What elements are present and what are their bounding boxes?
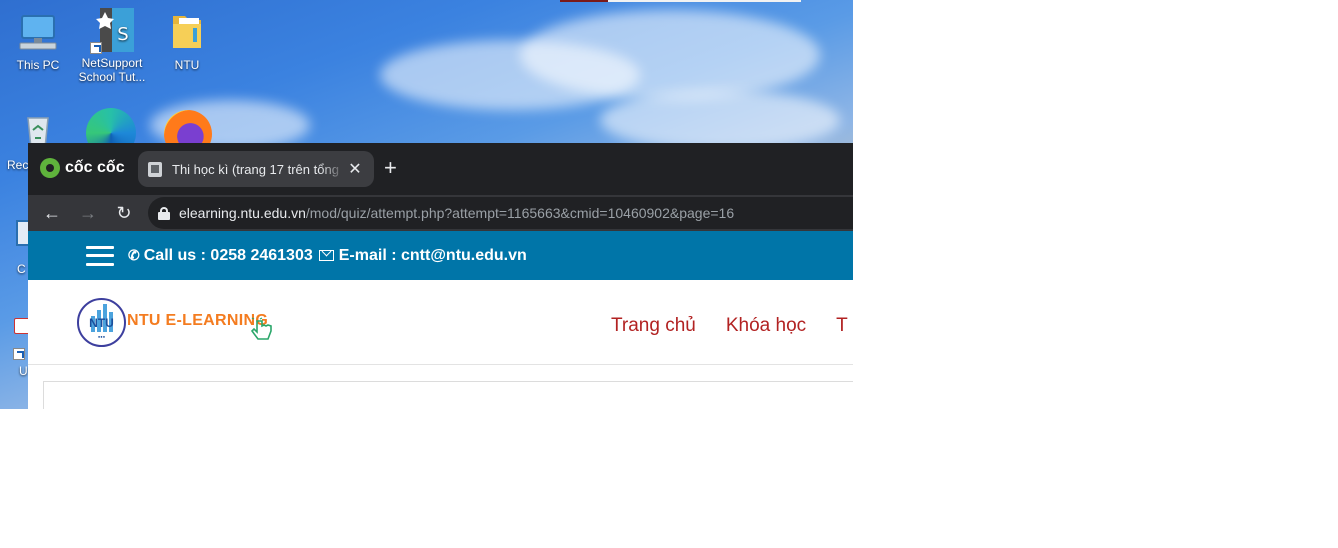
hamburger-menu-icon[interactable] [86,245,114,266]
envelope-icon [318,250,334,261]
desktop-icon-this-pc[interactable]: This PC [3,10,73,72]
cloud [600,90,840,150]
coccoc-logo[interactable]: cốc cốc [40,158,125,178]
lock-icon[interactable] [158,206,170,220]
app-icon [3,218,31,248]
tab-close-icon[interactable]: ✕ [346,159,364,179]
desktop-icon-ntu-folder[interactable]: NTU [152,10,222,72]
nav-link-courses[interactable]: Khóa học [726,315,806,337]
web-page: ✆ Call us : 0258 2461303 E-mail : cntt@n… [28,231,853,409]
desktop-icon-c[interactable]: C [3,218,31,276]
netsupport-icon: S [90,6,134,54]
desktop-icon-netsupport[interactable]: S NetSupport School Tut... [77,6,147,84]
main-navigation: Trang chủ Khóa học T [611,315,853,337]
top-strip [608,0,801,2]
phone-icon: ✆ [128,247,140,263]
site-header: NTU ●●● NTU E-LEARNING Trang chủ Khóa họ… [28,280,853,365]
browser-toolbar: ← → ↻ elearning.ntu.edu.vn /mod/quiz/att… [28,195,853,231]
address-bar[interactable]: elearning.ntu.edu.vn /mod/quiz/attempt.p… [148,197,853,229]
contact-bar: ✆ Call us : 0258 2461303 E-mail : cntt@n… [28,231,853,280]
svg-text:S: S [117,24,128,45]
tab-title: Thi học kì (trang 17 trên tổng [172,161,339,177]
desktop-icon-label: C [17,262,26,276]
desktop-icon-label: NetSupport School Tut... [78,56,146,84]
tab-bar: cốc cốc Thi học kì (trang 17 trên tổng ✕… [28,143,853,195]
shortcut-arrow-icon [13,348,25,360]
browser-tab[interactable]: Thi học kì (trang 17 trên tổng ✕ [138,151,374,187]
content-card [43,381,853,409]
desktop-icon-u[interactable]: U [3,318,31,378]
url-path: /mod/quiz/attempt.php?attempt=1165663&cm… [305,205,735,221]
logo-seal: ●●● [97,334,106,339]
page-favicon-icon [148,161,162,177]
reload-icon[interactable]: ↻ [106,195,142,231]
top-strip [560,0,608,2]
pointer-hand-icon [250,317,272,340]
folder-icon [165,10,209,54]
site-brand[interactable]: NTU E-LEARNING [127,312,268,330]
contact-phone: Call us : 0258 2461303 [143,246,313,264]
ntu-logo[interactable]: NTU ●●● [77,298,126,347]
desktop-icon-label: This PC [16,58,60,72]
nav-link-truncated[interactable]: T [836,315,848,337]
forward-arrow-icon[interactable]: → [70,195,106,231]
desktop: This PC S NetSupport School Tut... NTU R… [0,0,853,409]
browser-window: cốc cốc Thi học kì (trang 17 trên tổng ✕… [28,143,853,409]
new-tab-button[interactable]: + [384,157,397,179]
browser-brand: cốc cốc [65,159,125,176]
nav-link-home[interactable]: Trang chủ [611,315,696,337]
url-host: elearning.ntu.edu.vn [179,205,306,221]
desktop-icon-label: U [19,364,28,378]
cloud [520,10,820,100]
back-arrow-icon[interactable]: ← [34,195,70,231]
shortcut-arrow-icon [90,42,102,54]
contact-email[interactable]: E-mail : cntt@ntu.edu.vn [339,247,527,265]
desktop-icon-label: NTU [174,58,200,72]
app-icon [3,318,31,360]
coccoc-icon [40,158,60,178]
logo-text: NTU [89,316,114,330]
computer-icon [16,10,60,54]
